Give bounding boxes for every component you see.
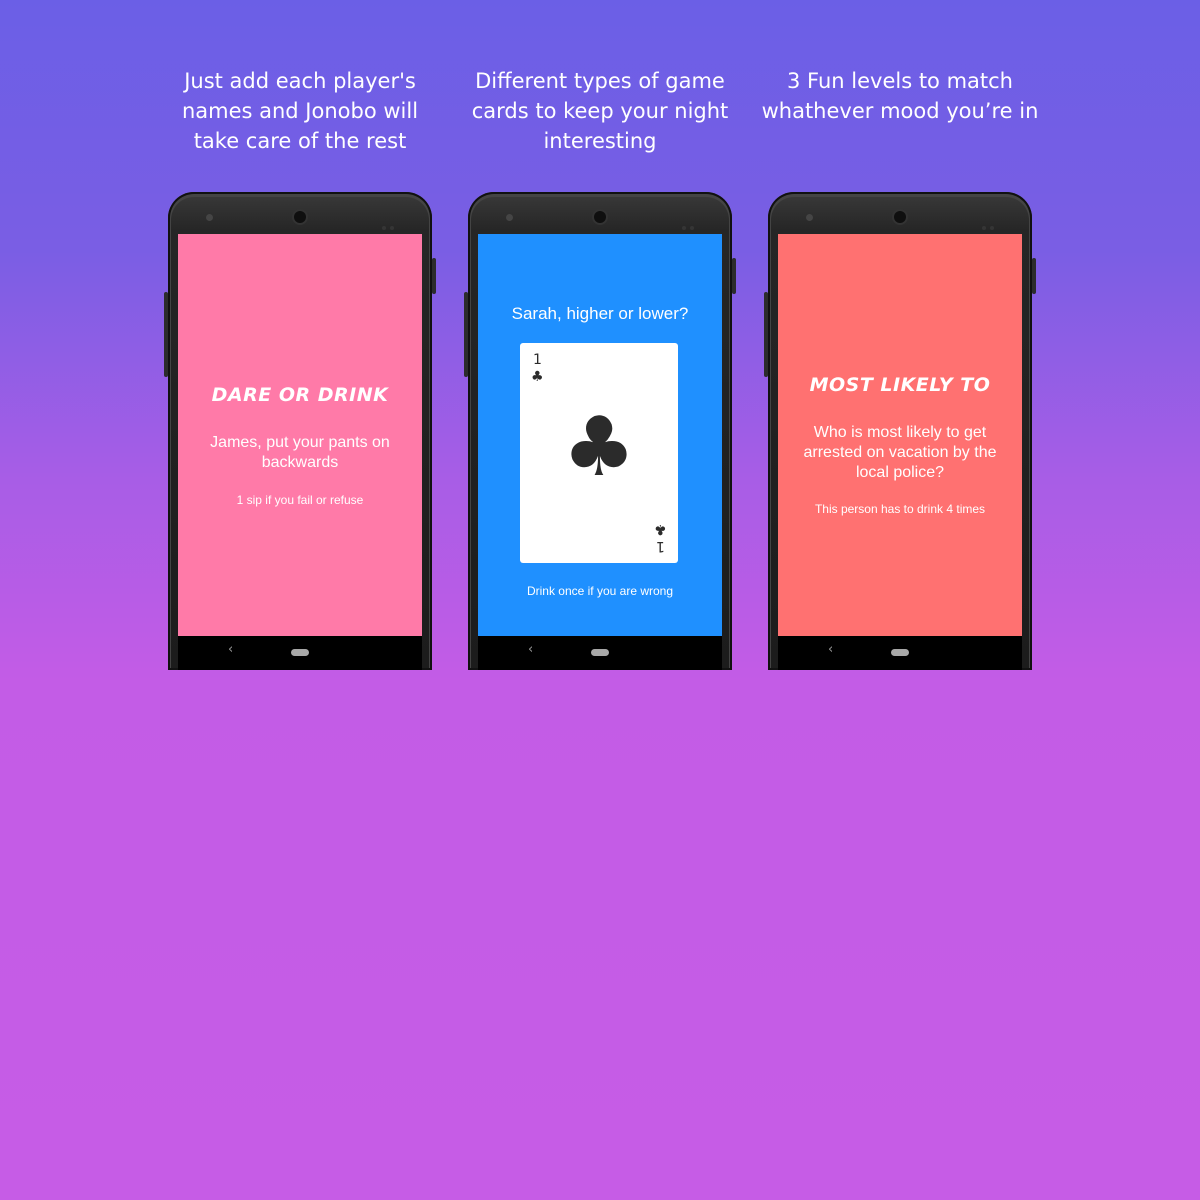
- caption-card-types: Different types of game cards to keep yo…: [471, 69, 729, 153]
- sensor-dot: [806, 214, 813, 221]
- camera-icon: [294, 211, 306, 223]
- card-penalty: 1 sip if you fail or refuse: [236, 493, 364, 507]
- volume-button: [164, 292, 168, 377]
- power-button: [732, 258, 736, 294]
- caption-players: Just add each player's names and Jonobo …: [181, 69, 419, 153]
- back-icon[interactable]: ‹: [228, 642, 233, 657]
- volume-button: [764, 292, 768, 377]
- club-icon: ♣: [654, 521, 667, 537]
- game-screen-dare[interactable]: DARE OR DRINK James, put your pants on b…: [178, 234, 422, 636]
- card-rank-top: 1: [533, 352, 542, 368]
- card-title: DARE OR DRINK: [211, 384, 389, 406]
- android-navbar: ‹: [778, 636, 1022, 670]
- sensor-dot: [506, 214, 513, 221]
- power-button: [432, 258, 436, 294]
- playing-card[interactable]: 1 ♣ ♣ ♣ 1: [520, 343, 678, 563]
- card-question: Who is most likely to get arrested on va…: [803, 424, 997, 481]
- sensor-dots: [682, 215, 698, 230]
- card-rank-bottom: 1: [656, 538, 665, 554]
- club-icon: ♣: [562, 400, 636, 495]
- back-icon[interactable]: ‹: [828, 642, 833, 657]
- home-icon[interactable]: [591, 649, 609, 656]
- card-challenge: James, put your pants on backwards: [210, 434, 390, 471]
- volume-button: [464, 292, 468, 377]
- caption-fun-levels: 3 Fun levels to match whathever mood you…: [761, 69, 1039, 123]
- android-navbar: ‹: [478, 636, 722, 670]
- camera-icon: [594, 211, 606, 223]
- sensor-dots: [982, 215, 998, 230]
- card-penalty: Drink once if you are wrong: [526, 584, 674, 598]
- card-prompt: Sarah, higher or lower?: [511, 304, 689, 323]
- camera-icon: [894, 211, 906, 223]
- club-icon: ♣: [531, 369, 544, 385]
- card-penalty: This person has to drink 4 times: [814, 502, 986, 516]
- back-icon[interactable]: ‹: [528, 642, 533, 657]
- sensor-dot: [206, 214, 213, 221]
- home-icon[interactable]: [291, 649, 309, 656]
- card-title: MOST LIKELY TO: [809, 374, 991, 396]
- game-screen-higher-lower[interactable]: Sarah, higher or lower? 1 ♣ ♣ ♣ 1 Drink …: [478, 234, 722, 636]
- phone-mockup-most-likely: MOST LIKELY TO Who is most likely to get…: [764, 192, 1036, 670]
- game-screen-most-likely[interactable]: MOST LIKELY TO Who is most likely to get…: [778, 234, 1022, 636]
- android-navbar: ‹: [178, 636, 422, 670]
- phone-mockup-higher-lower: Sarah, higher or lower? 1 ♣ ♣ ♣ 1 Drink …: [464, 192, 736, 670]
- home-icon[interactable]: [891, 649, 909, 656]
- phone-mockup-dare: DARE OR DRINK James, put your pants on b…: [164, 192, 436, 670]
- power-button: [1032, 258, 1036, 294]
- sensor-dots: [382, 215, 398, 230]
